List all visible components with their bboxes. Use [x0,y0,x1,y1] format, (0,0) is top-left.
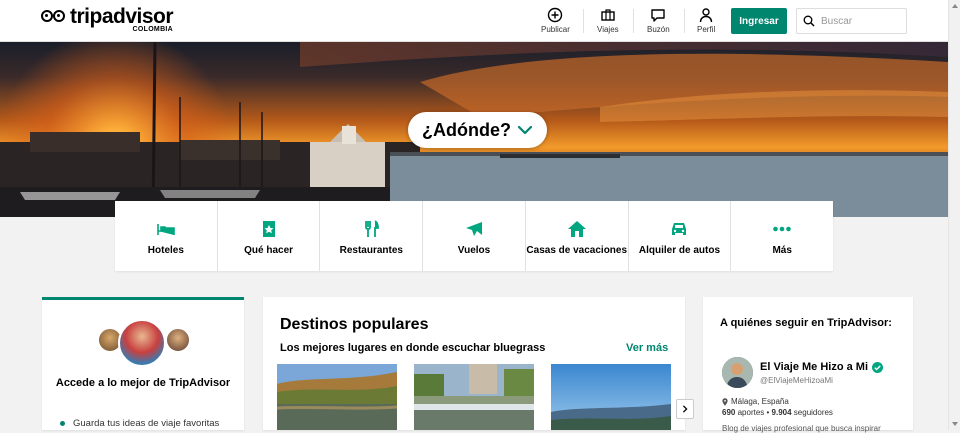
category-alquiler-autos[interactable]: Alquiler de autos [629,201,732,271]
page-scrollbar[interactable] [948,0,960,430]
nav-divider [583,9,584,33]
bed-icon [157,224,175,235]
nav-label: Publicar [541,25,570,34]
nav-publicar[interactable]: Publicar [541,7,570,34]
where-to-label: ¿Adónde? [422,119,511,140]
popular-destinations-card: Destinos populares Los mejores lugares e… [263,297,694,430]
category-label: Hoteles [147,245,184,256]
search-placeholder: Buscar [821,15,853,27]
search-input[interactable]: Buscar [796,8,907,34]
section-subtitle: Los mejores lugares en donde escuchar bl… [280,342,546,354]
location-text: Málaga, España [731,397,789,406]
profile-location: Málaga, España [722,397,789,406]
contributions-label: aportes [737,408,765,417]
signin-card: Accede a lo mejor de TripAdvisor Guarda … [42,297,244,430]
top-header: tripadvisor COLOMBIA Publicar Viajes Buz… [0,0,948,42]
category-mas[interactable]: Más [731,201,833,271]
more-dots-icon [773,226,791,232]
location-pin-icon [722,397,728,406]
car-icon [672,223,687,235]
category-label: Qué hacer [244,245,294,256]
destination-thumbnail[interactable] [414,364,534,430]
category-vuelos[interactable]: Vuelos [423,201,526,271]
login-button[interactable]: Ingresar [731,8,787,34]
search-icon [803,15,815,27]
category-label: Alquiler de autos [638,245,721,256]
profile-photo [722,357,753,388]
ticket-icon [262,221,275,237]
where-to-button[interactable]: ¿Adónde? [408,112,547,148]
profile-stats: 690 aportes • 9.904 seguidores [722,408,833,417]
category-que-hacer[interactable]: Qué hacer [218,201,321,271]
profile-name-row[interactable]: El Viaje Me Hizo a Mi [760,361,883,373]
plane-icon [466,222,483,236]
chat-bubble-icon [651,9,666,22]
tripadvisor-logo[interactable]: tripadvisor COLOMBIA [41,5,174,33]
river-autumn-image [277,364,397,430]
chevron-right-icon [682,405,688,413]
nav-divider [633,9,634,33]
benefit-text: Guarda tus ideas de viaje favoritas [73,418,220,429]
scroll-up-arrow-icon[interactable] [952,4,958,8]
carousel-next-button[interactable] [676,399,694,419]
logo-wordmark: tripadvisor [70,5,174,28]
who-to-follow-card: A quiénes seguir en TripAdvisor: El Viaj… [703,297,913,433]
contributions-count: 690 [722,408,736,417]
see-more-link[interactable]: Ver más [626,342,668,354]
traveler-avatars [97,319,192,367]
category-bar: Hoteles Qué hacer Restaurantes Vuelos Ca… [115,201,833,271]
section-title: Destinos populares [280,316,429,333]
signin-title: Accede a lo mejor de TripAdvisor [55,377,231,389]
owl-logo-icon [41,8,67,26]
bullet-dot-icon [60,421,65,426]
person-icon [699,8,713,23]
category-hoteles[interactable]: Hoteles [115,201,218,271]
followers-count: 9.904 [771,408,792,417]
profile-bio: Blog de viajes profesional que busca ins… [722,424,881,433]
section-title: A quiénes seguir en TripAdvisor: [720,317,892,329]
house-icon [567,221,586,237]
category-label: Casas de vacaciones [526,245,628,256]
destination-thumbnail[interactable] [277,364,397,430]
nav-divider [684,9,685,33]
nav-buzon[interactable]: Buzón [647,7,670,34]
briefcase-icon [601,9,615,21]
fork-knife-icon [365,220,380,237]
profile-avatar[interactable] [722,357,753,388]
plus-circle-icon [548,7,563,23]
followers-label: seguidores [793,408,833,417]
avatar [165,327,191,353]
category-casas-vacaciones[interactable]: Casas de vacaciones [526,201,629,271]
category-label: Restaurantes [339,245,403,256]
category-label: Más [772,245,792,256]
nav-viajes[interactable]: Viajes [597,7,619,34]
nav-perfil[interactable]: Perfil [697,7,715,34]
avatar [118,319,166,367]
waterfall-town-image [414,364,534,430]
profile-name: El Viaje Me Hizo a Mi [760,361,868,373]
nav-label: Perfil [697,25,716,34]
nav-label: Buzón [647,25,670,34]
destination-thumbnail[interactable] [551,364,671,430]
mountain-vista-image [551,364,671,430]
category-label: Vuelos [457,245,491,256]
verified-badge-icon [872,361,883,373]
signin-benefit: Guarda tus ideas de viaje favoritas [60,418,219,429]
category-restaurantes[interactable]: Restaurantes [320,201,424,271]
profile-handle: @ElViajeMeHizoaMi [760,376,833,385]
nav-label: Viajes [597,25,619,34]
chevron-down-icon [517,125,533,135]
hero-banner: ¿Adónde? [0,42,948,217]
scroll-down-arrow-icon[interactable] [952,422,958,426]
